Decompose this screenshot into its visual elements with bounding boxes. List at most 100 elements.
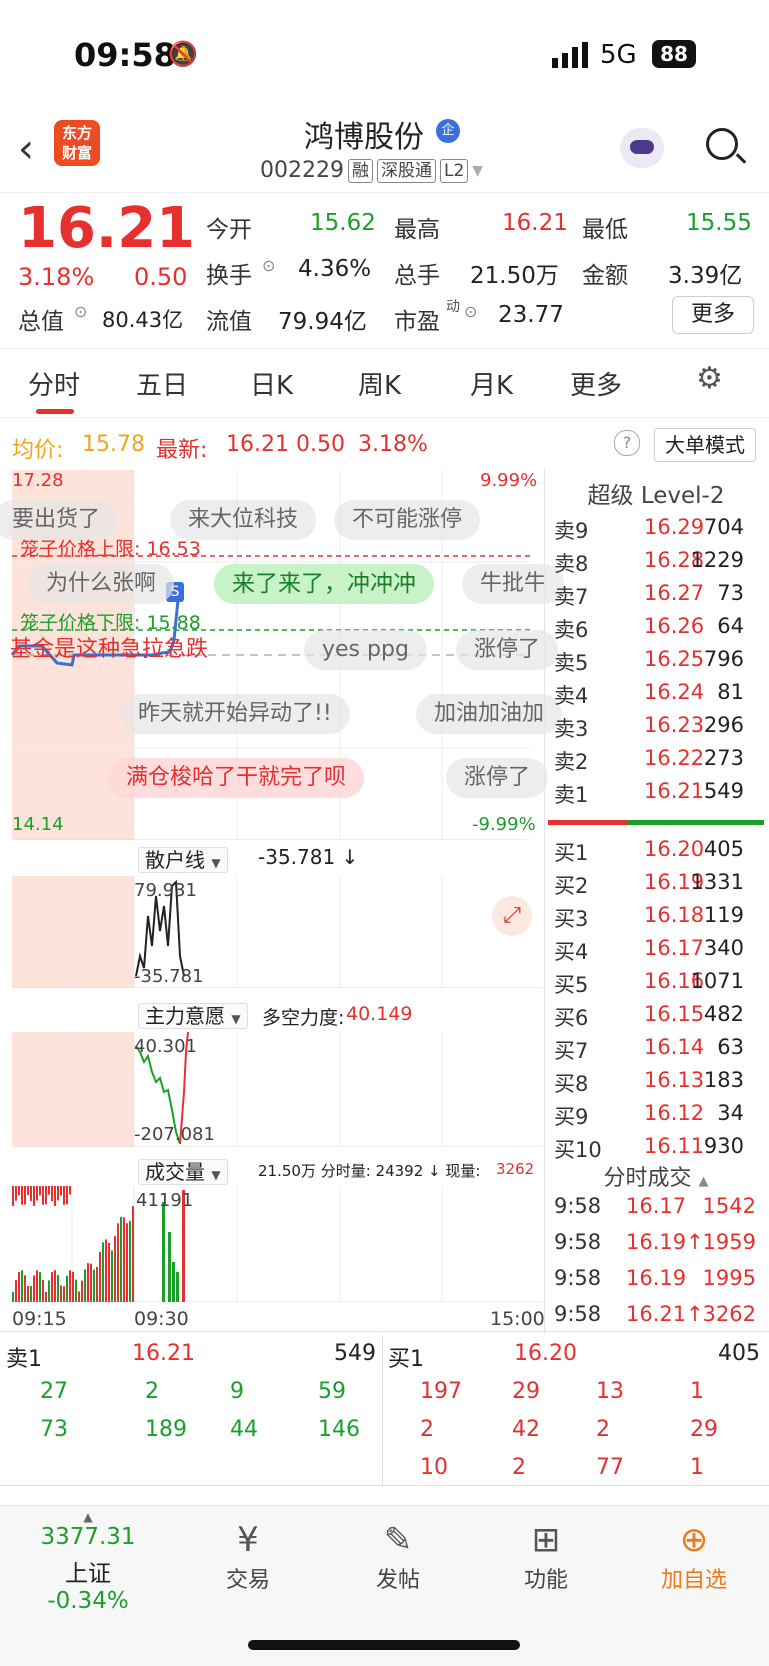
tab-intraday[interactable]: 分时 <box>28 365 80 402</box>
volume-bar <box>21 1270 23 1302</box>
queue-ask-cell: 146 <box>318 1417 360 1442</box>
pe-value: 23.77 <box>498 302 564 328</box>
mute-bell-icon: 🔕 <box>168 40 198 68</box>
volume-bar <box>51 1186 53 1202</box>
level-price: 16.21 <box>644 779 705 803</box>
queue-ask-cell: 27 <box>40 1379 68 1404</box>
stock-code: 002229 <box>260 158 344 183</box>
index-widget[interactable]: ▲ 3377.31 上证 -0.34% <box>28 1506 148 1614</box>
level-volume: 81 <box>717 680 744 704</box>
queue-ask-cell: 44 <box>230 1417 258 1442</box>
tab-weekly-k[interactable]: 周K <box>358 365 401 402</box>
bid-level-row[interactable]: 买7 16.14 63 <box>552 1033 766 1063</box>
avg-value: 15.78 <box>82 432 145 457</box>
volume-bar <box>111 1250 113 1302</box>
level-volume: 482 <box>703 1002 744 1026</box>
nav-post[interactable]: ✎ 发帖 <box>338 1506 458 1594</box>
more-button[interactable]: 更多 <box>672 296 754 334</box>
level-price: 16.18 <box>644 903 705 927</box>
nav-add-watchlist[interactable]: ⊕ 加自选 <box>634 1506 754 1594</box>
tab-daily-k[interactable]: 日K <box>250 365 293 402</box>
retail-line-selector[interactable]: 散户线 ▼ <box>138 844 228 873</box>
tick-time: 9:58 <box>554 1230 602 1254</box>
volume-bar <box>63 1286 65 1302</box>
volume-label: 总手 <box>394 263 440 289</box>
queue-bid-cell: 2 <box>596 1417 610 1442</box>
main-force-selector[interactable]: 主力意愿 ▼ <box>138 1000 248 1029</box>
ask-level-row[interactable]: 卖5 16.25 796 <box>552 645 766 675</box>
volume-selector[interactable]: 成交量 ▼ <box>138 1156 228 1185</box>
ask-level-row[interactable]: 卖9 16.29 704 <box>552 513 766 543</box>
network-type: 5G <box>600 40 637 70</box>
help-icon[interactable]: ? <box>614 430 640 456</box>
home-indicator <box>248 1640 520 1650</box>
danmu-bubble: yes ppg <box>304 630 427 670</box>
nav-trade-label: 交易 <box>225 1568 270 1593</box>
gear-icon[interactable]: ⚙ <box>696 361 723 396</box>
stock-code-row[interactable]: 002229 融 深股通 L2 ▼ <box>260 158 483 183</box>
level-label: 卖7 <box>554 585 589 609</box>
danmu-bubble: 满仓梭哈了干就完了呗 <box>108 758 365 798</box>
bid-level-row[interactable]: 买4 16.17 340 <box>552 934 766 964</box>
ask-level-row[interactable]: 卖6 16.26 64 <box>552 612 766 642</box>
expand-icon[interactable]: ⤢ <box>492 896 532 936</box>
turnover-value: 4.36% <box>298 256 372 282</box>
level-price: 16.11 <box>644 1134 705 1158</box>
volume-bar <box>21 1186 23 1205</box>
ask-level-row[interactable]: 卖1 16.21 549 <box>552 777 766 807</box>
assistant-robot-icon[interactable] <box>620 128 664 168</box>
queue-bid-cell: 2 <box>420 1417 434 1442</box>
tab-indicator <box>36 409 74 414</box>
tab-five-day[interactable]: 五日 <box>136 365 188 402</box>
level-price: 16.26 <box>644 614 705 638</box>
nav-trade[interactable]: ¥ 交易 <box>188 1506 308 1594</box>
latest-value: 16.21 <box>226 432 289 457</box>
level-price: 16.12 <box>644 1101 705 1125</box>
ask-level-row[interactable]: 卖8 16.28 1229 <box>552 546 766 576</box>
time-axis-open: 09:30 <box>134 1308 189 1330</box>
stock-name[interactable]: 鸿博股份 <box>304 112 424 156</box>
chart-tabs: 分时 五日 日K 周K 月K 更多 ⚙ <box>0 348 769 418</box>
bid-level-row[interactable]: 买9 16.12 34 <box>552 1099 766 1129</box>
level2-title[interactable]: 超级 Level-2 <box>548 476 764 510</box>
info-icon[interactable]: ⊙ <box>74 302 87 321</box>
plus-circle-icon: ⊕ <box>679 1520 709 1560</box>
chevron-down-icon[interactable]: ▼ <box>472 163 483 179</box>
nav-functions[interactable]: ⊞ 功能 <box>486 1506 606 1594</box>
bid-level-row[interactable]: 买3 16.18 119 <box>552 901 766 931</box>
intraday-chart[interactable]: 17.28 14.14 9.99% -9.99% 笼子价格上限: 16.53 笼… <box>0 470 565 840</box>
info-icon[interactable]: ⊙ <box>262 256 275 275</box>
search-icon[interactable] <box>706 128 738 160</box>
volume-bar <box>57 1186 59 1201</box>
queue-bid-cell: 77 <box>596 1455 624 1480</box>
bid-level-row[interactable]: 买2 16.19 1331 <box>552 868 766 898</box>
big-order-mode-button[interactable]: 大单模式 <box>654 428 756 462</box>
volume-bar <box>117 1223 119 1302</box>
tab-more[interactable]: 更多 <box>570 365 622 402</box>
bid-level-row[interactable]: 买5 16.16 1071 <box>552 967 766 997</box>
level-price: 16.17 <box>644 936 705 960</box>
ask-level-row[interactable]: 卖2 16.22 273 <box>552 744 766 774</box>
danmu-bubble: 来大位科技 <box>170 500 317 540</box>
ticks-title[interactable]: 分时成交 ▲ <box>548 1160 764 1192</box>
tab-monthly-k[interactable]: 月K <box>470 365 513 402</box>
tick-time: 9:58 <box>554 1266 602 1290</box>
level-label: 买2 <box>554 874 589 898</box>
volume-bar <box>108 1243 110 1302</box>
queue-ask-vol: 549 <box>334 1341 376 1366</box>
ticks-title-text: 分时成交 <box>603 1166 692 1191</box>
volume-bar <box>48 1186 50 1195</box>
ask-level-row[interactable]: 卖7 16.27 73 <box>552 579 766 609</box>
level-volume: 704 <box>703 515 744 539</box>
tick-volume: 1995 <box>702 1266 756 1290</box>
ask-level-row[interactable]: 卖4 16.24 81 <box>552 678 766 708</box>
bid-level-row[interactable]: 买6 16.15 482 <box>552 1000 766 1030</box>
bid-level-row[interactable]: 买8 16.13 183 <box>552 1066 766 1096</box>
ask-level-row[interactable]: 卖3 16.23 296 <box>552 711 766 741</box>
info-icon[interactable]: ⊙ <box>464 302 477 321</box>
back-icon[interactable]: ‹ <box>18 126 34 172</box>
floatcap-value: 79.94亿 <box>278 309 367 335</box>
bid-level-row[interactable]: 买1 16.20 405 <box>552 835 766 865</box>
level-label: 卖2 <box>554 750 589 774</box>
bid-level-row[interactable]: 买10 16.11 930 <box>552 1132 766 1162</box>
